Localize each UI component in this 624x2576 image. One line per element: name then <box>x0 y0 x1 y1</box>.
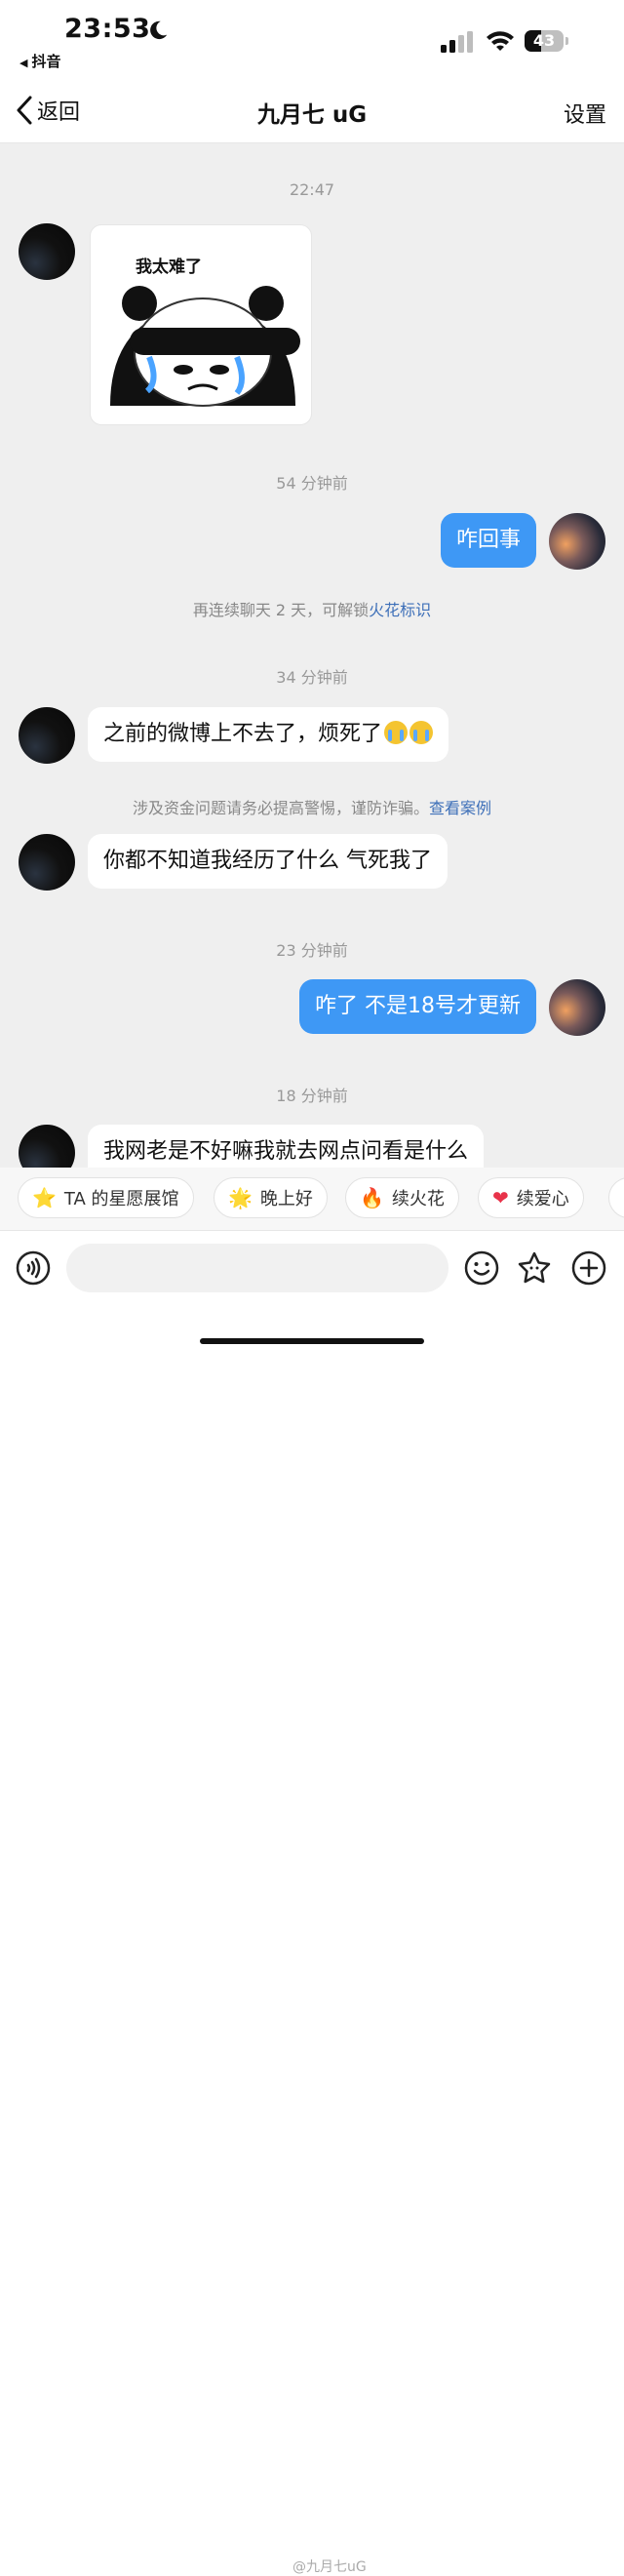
quick-reply-chip[interactable]: ⭐ TA 的星愿展馆 <box>18 1177 194 1218</box>
battery-percent: 43 <box>532 31 556 50</box>
heart-icon: ❤ <box>492 1186 509 1209</box>
timestamp: 34 分钟前 <box>276 668 348 687</box>
my-avatar[interactable] <box>549 979 605 1036</box>
watermark: @九月七uG <box>292 2559 367 2575</box>
outgoing-message[interactable]: 咋回事 <box>440 513 536 568</box>
timestamp: 18 分钟前 <box>276 1087 348 1105</box>
settings-button[interactable]: 设置 <box>564 98 606 129</box>
page-title: 九月七 uG <box>256 102 368 128</box>
voice-icon[interactable] <box>16 1250 51 1286</box>
contact-avatar[interactable] <box>19 223 75 280</box>
sticker-message[interactable]: 我太难了 <box>90 224 312 425</box>
crying-emoji-icon <box>384 721 409 744</box>
sticker-star-icon[interactable] <box>517 1250 552 1286</box>
quick-reply-chip[interactable]: ❤ 续爱心 <box>478 1177 584 1218</box>
streak-notice: 再连续聊天 2 天，可解锁火花标识 <box>0 597 624 620</box>
chip-label: 晚上好 <box>259 1189 313 1209</box>
emoji-icon[interactable] <box>464 1250 499 1286</box>
wifi-icon <box>487 31 514 51</box>
home-indicator[interactable] <box>200 1338 424 1344</box>
incoming-message[interactable]: 之前的微博上不去了，烦死了 <box>88 707 449 762</box>
incoming-message[interactable]: 我网老是不好嘛我就去网点问看是什么 <box>88 1125 485 1168</box>
chip-label: 续爱心 <box>516 1189 569 1209</box>
panda-sticker-image <box>110 286 300 407</box>
back-app-label: 抖音 <box>31 53 61 70</box>
timestamp: 54 分钟前 <box>276 474 348 493</box>
timestamp: 22:47 <box>289 180 335 199</box>
chat-area[interactable]: 22:47 我太难了 54 分钟前 咋回事 再连续聊天 2 天，可解锁火花标识 … <box>0 143 624 1168</box>
status-bar: 23:53 ◀ 抖音 43 <box>0 0 624 78</box>
view-cases-link[interactable]: 查看案例 <box>429 799 491 817</box>
fraud-notice-text: 涉及资金问题请务必提高警惕，谨防诈骗。 <box>132 799 429 817</box>
back-label: 返回 <box>37 100 81 125</box>
spark-badge-link[interactable]: 火花标识 <box>369 601 431 619</box>
contact-avatar[interactable] <box>19 834 75 891</box>
signal-icon <box>441 31 473 53</box>
battery-tip <box>566 37 568 45</box>
chip-label: 续火花 <box>391 1189 445 1209</box>
input-bar: @九月七uG <box>0 1230 624 2575</box>
star-smile-icon: 🌟 <box>228 1186 253 1209</box>
my-avatar[interactable] <box>549 513 605 570</box>
back-button[interactable]: 返回 <box>16 94 80 127</box>
fire-icon: 🔥 <box>360 1186 384 1209</box>
quick-reply-bar: ⭐ TA 的星愿展馆 🌟 晚上好 🔥 续火花 ❤ 续爱心 <box>0 1168 624 1230</box>
moon-icon <box>150 20 168 40</box>
plus-icon[interactable] <box>571 1250 606 1286</box>
battery-indicator: 43 <box>525 30 564 52</box>
star-icon: ⭐ <box>32 1186 57 1209</box>
quick-reply-chip[interactable]: 🌟 晚上好 <box>214 1177 328 1218</box>
chip-label: TA 的星愿展馆 <box>63 1189 179 1209</box>
nav-bar: 返回 九月七 uG 设置 <box>0 78 624 143</box>
message-input[interactable] <box>66 1244 448 1292</box>
contact-avatar[interactable] <box>19 1125 75 1168</box>
crying-emoji-icon <box>410 721 434 744</box>
incoming-message[interactable]: 你都不知道我经历了什么 气死我了 <box>88 834 448 889</box>
outgoing-message[interactable]: 咋了 不是18号才更新 <box>299 979 536 1034</box>
chevron-left-icon <box>17 96 32 125</box>
back-to-app-link[interactable]: ◀ 抖音 <box>20 51 60 71</box>
quick-reply-chip-partial[interactable] <box>608 1177 624 1218</box>
message-text: 之前的微博上不去了，烦死了 <box>103 722 383 746</box>
status-time: 23:53 <box>64 14 151 44</box>
fraud-notice: 涉及资金问题请务必提高警惕，谨防诈骗。查看案例 <box>0 795 624 818</box>
timestamp: 23 分钟前 <box>276 941 348 960</box>
quick-reply-chip[interactable]: 🔥 续火花 <box>345 1177 459 1218</box>
streak-notice-text: 再连续聊天 2 天，可解锁 <box>192 601 370 619</box>
contact-avatar[interactable] <box>19 707 75 764</box>
